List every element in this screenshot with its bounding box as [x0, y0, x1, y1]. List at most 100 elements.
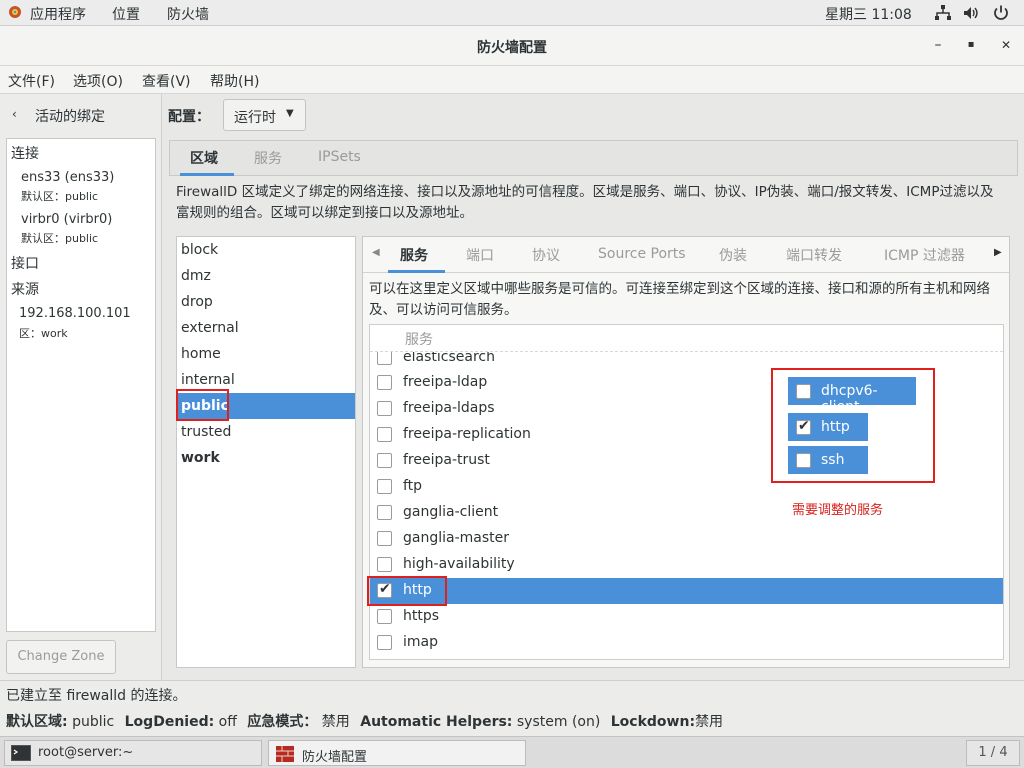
menu-options[interactable]: 选项(O): [73, 71, 123, 91]
service-checkbox[interactable]: [377, 427, 392, 442]
service-checkbox[interactable]: [377, 453, 392, 468]
connection-name: virbr0 (virbr0): [21, 212, 113, 227]
clock[interactable]: 星期三 11:08: [825, 4, 912, 24]
service-row-https[interactable]: https: [370, 604, 1003, 630]
annotation-checkbox-checked: [796, 418, 811, 435]
interfaces-label: 接口: [11, 256, 39, 272]
zone-description: FirewallD 区域定义了绑定的网络连接、接口以及源地址的可信程度。区域是服…: [176, 184, 994, 221]
services-header-overlay: 服务: [370, 325, 1003, 352]
lockdown-label: Lockdown:: [610, 714, 696, 730]
connection-name: ens33 (ens33): [21, 170, 115, 185]
close-button[interactable]: ✕: [995, 34, 1017, 56]
connection-ens33[interactable]: ens33 (ens33) 默认区：public: [7, 167, 155, 207]
default-zone-value: public: [72, 714, 115, 730]
subtab-source-ports[interactable]: Source Ports: [598, 246, 686, 262]
service-name: ftp: [403, 478, 423, 494]
service-checkbox[interactable]: [377, 635, 392, 650]
annotation-label: http: [821, 419, 850, 435]
subtab-ports[interactable]: 端口: [466, 245, 494, 265]
zone-item-drop[interactable]: drop: [177, 289, 355, 315]
network-icon[interactable]: [934, 4, 952, 22]
services-description: 可以在这里定义区域中哪些服务是可信的。可连接至绑定到这个区域的连接、接口和源的所…: [369, 281, 990, 318]
zone-item-work[interactable]: work: [177, 445, 355, 471]
highlight-box-public: [176, 389, 229, 421]
service-row-high-availability[interactable]: high-availability: [370, 552, 1003, 578]
status-summary: 默认区域: public LogDenied: off 应急模式： 禁用 Aut…: [6, 711, 723, 731]
service-name: imap: [403, 634, 438, 650]
subtab-port-forward[interactable]: 端口转发: [786, 245, 842, 265]
service-checkbox[interactable]: [377, 350, 392, 365]
scroll-left-icon[interactable]: ◀: [372, 247, 380, 258]
automatic-helpers-label: Automatic Helpers:: [360, 714, 513, 730]
menu-help[interactable]: 帮助(H): [210, 71, 259, 91]
subtab-services[interactable]: 服务: [400, 245, 428, 265]
config-mode-dropdown[interactable]: 运行时 ▼: [223, 99, 306, 131]
service-checkbox[interactable]: [377, 557, 392, 572]
subtab-icmp-filter[interactable]: ICMP 过滤器: [884, 245, 965, 265]
connection-virbr0[interactable]: virbr0 (virbr0) 默认区：public: [7, 209, 155, 249]
service-checkbox[interactable]: [377, 401, 392, 416]
source-zone: 区：work: [19, 327, 68, 340]
zone-item-external[interactable]: external: [177, 315, 355, 341]
taskbar-item-firewall[interactable]: 防火墙配置: [268, 740, 526, 766]
services-column-header[interactable]: 服务: [405, 329, 433, 349]
taskbar-label: root@server:~: [38, 745, 134, 760]
maximize-button[interactable]: ▪: [960, 34, 982, 56]
panic-mode-value: 禁用: [321, 714, 350, 730]
service-checkbox[interactable]: [377, 375, 392, 390]
service-name: freeipa-ldaps: [403, 400, 495, 416]
annotation-label: ssh: [821, 452, 845, 468]
taskbar-item-terminal[interactable]: root@server:~: [4, 740, 262, 766]
menu-file[interactable]: 文件(F): [8, 71, 55, 91]
zone-item-block[interactable]: block: [177, 237, 355, 263]
annotation-item-ssh: ssh: [788, 446, 868, 474]
service-row-imap[interactable]: imap: [370, 630, 1003, 656]
active-bindings-panel: ‹ 活动的绑定 连接 ens33 (ens33) 默认区：public virb…: [0, 94, 162, 680]
zones-list: block dmz drop external home internal pu…: [176, 236, 356, 668]
subtab-protocols[interactable]: 协议: [532, 245, 560, 265]
status-bar: 已建立至 firewalld 的连接。 默认区域: public LogDeni…: [0, 680, 1024, 736]
firewall-app-menu[interactable]: 防火墙: [167, 4, 209, 24]
active-bindings-header: 活动的绑定: [35, 109, 105, 125]
tab-services[interactable]: 服务: [254, 148, 282, 168]
zone-item-trusted[interactable]: trusted: [177, 419, 355, 445]
connection-zone: 默认区：public: [21, 190, 99, 203]
change-zone-button[interactable]: Change Zone: [6, 640, 116, 674]
tab-ipsets[interactable]: IPSets: [318, 149, 361, 165]
top-bar: 应用程序 位置 防火墙 星期三 11:08: [0, 0, 1024, 26]
service-checkbox[interactable]: [377, 505, 392, 520]
places-menu[interactable]: 位置: [112, 4, 140, 24]
tab-zones[interactable]: 区域: [190, 148, 218, 168]
subtab-masquerade[interactable]: 伪装: [719, 245, 747, 265]
zone-item-dmz[interactable]: dmz: [177, 263, 355, 289]
workspace-indicator[interactable]: 1 / 4: [966, 740, 1020, 766]
service-name: ganglia-master: [403, 530, 510, 546]
service-name: https: [403, 608, 440, 624]
menu-view[interactable]: 查看(V): [142, 71, 191, 91]
service-row-ganglia-client[interactable]: ganglia-client: [370, 500, 1003, 526]
service-row-http[interactable]: http: [370, 578, 1003, 604]
automatic-helpers-value: system (on): [516, 714, 601, 730]
zone-item-home[interactable]: home: [177, 341, 355, 367]
service-row-ganglia-master[interactable]: ganglia-master: [370, 526, 1003, 552]
service-checkbox[interactable]: [377, 479, 392, 494]
highlight-box-http: [367, 576, 447, 606]
power-icon[interactable]: [992, 4, 1010, 22]
main-tab-strip: [169, 140, 1018, 176]
apps-menu[interactable]: 应用程序: [30, 4, 86, 24]
taskbar: root@server:~ 防火墙配置 1 / 4: [0, 736, 1024, 768]
service-checkbox[interactable]: [377, 531, 392, 546]
scroll-right-icon[interactable]: ▶: [994, 247, 1002, 258]
source-ip: 192.168.100.101: [19, 306, 131, 321]
service-checkbox[interactable]: [377, 609, 392, 624]
annotation-checkbox: [796, 384, 811, 399]
service-name: freeipa-trust: [403, 452, 490, 468]
apps-logo-icon[interactable]: [8, 5, 22, 19]
volume-icon[interactable]: [962, 4, 980, 22]
minimize-button[interactable]: –: [927, 34, 949, 56]
window-titlebar: 防火墙配置 – ▪ ✕: [0, 26, 1024, 66]
source-item[interactable]: 192.168.100.101 区：work: [7, 303, 155, 343]
collapse-arrow-icon[interactable]: ‹: [12, 107, 17, 121]
bindings-list: 连接 ens33 (ens33) 默认区：public virbr0 (virb…: [6, 138, 156, 632]
service-name: freeipa-ldap: [403, 374, 488, 390]
